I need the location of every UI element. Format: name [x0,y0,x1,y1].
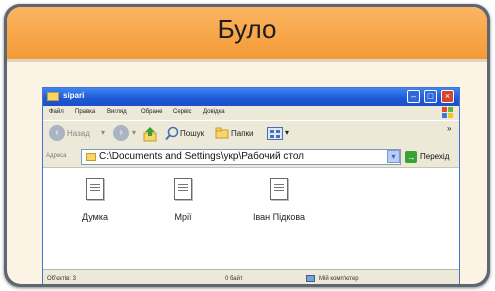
back-dropdown-icon[interactable]: ▾ [101,128,105,137]
document-icon [174,178,192,200]
search-icon[interactable] [165,126,179,141]
window-titlebar[interactable]: sipari – □ × [43,88,459,106]
card-body: Було sipari – □ × Файл Правка Вигляд Обр… [7,7,487,284]
close-button[interactable]: × [441,90,454,103]
folders-label[interactable]: Папки [231,129,254,138]
card-header: Було [7,7,487,62]
address-label: Адреса [46,153,67,159]
go-button[interactable]: Перехід [420,152,449,161]
folder-icon [86,153,96,161]
toolbar: ‹ Назад ▾ › ▾ Пошук Папки ▾ » [43,120,459,148]
status-location: Мій комп'ютер [319,276,359,282]
status-size: 0 байт [225,276,243,282]
folder-icon [47,92,59,101]
file-name: Іван Підкова [252,212,306,222]
windows-logo-icon [442,107,453,118]
forward-dropdown-icon[interactable]: ▾ [132,128,136,137]
address-bar: Адреса C:\Documents and Settings\укр\Раб… [43,147,459,168]
status-bar: Об'єктів: 3 0 байт Мій комп'ютер [43,269,459,284]
slide-card: Було sipari – □ × Файл Правка Вигляд Обр… [4,4,490,287]
file-item[interactable]: Думка [55,178,135,222]
document-icon [270,178,288,200]
menu-edit[interactable]: Правка [75,109,95,115]
address-path: C:\Documents and Settings\укр\Рабочий ст… [99,151,304,162]
window-title: sipari [63,91,85,100]
back-label[interactable]: Назад [67,129,90,138]
search-label[interactable]: Пошук [180,129,204,138]
file-area: Думка Мрії Іван Підкова [43,168,459,269]
address-input[interactable]: C:\Documents and Settings\укр\Рабочий ст… [81,149,401,165]
file-item[interactable]: Мрії [143,178,223,222]
minimize-button[interactable]: – [407,90,420,103]
card-title: Було [217,14,277,44]
forward-arrow-icon[interactable]: › [113,125,129,141]
file-name: Мрії [174,212,192,222]
document-icon [86,178,104,200]
file-name: Думка [81,212,109,222]
menu-bar: Файл Правка Вигляд Обране Сервіс Довідка [43,106,459,120]
menu-tools[interactable]: Сервіс [173,109,192,115]
file-item[interactable]: Іван Підкова [239,178,319,222]
up-folder-icon[interactable] [143,126,157,142]
views-icon[interactable] [267,127,283,140]
address-dropdown-icon[interactable]: ▾ [387,150,400,163]
computer-icon [306,275,315,282]
menu-help[interactable]: Довідка [203,109,225,115]
back-arrow-icon[interactable]: ‹ [49,125,65,141]
views-dropdown-icon[interactable]: ▾ [285,128,289,137]
menu-view[interactable]: Вигляд [107,109,127,115]
menu-favorites[interactable]: Обране [141,109,162,115]
folders-icon[interactable] [215,127,229,139]
status-object-count: Об'єктів: 3 [47,276,76,282]
explorer-window: sipari – □ × Файл Правка Вигляд Обране С… [42,87,460,284]
menu-file[interactable]: Файл [49,109,64,115]
chevron-more-icon[interactable]: » [447,124,451,133]
maximize-button[interactable]: □ [424,90,437,103]
go-arrow-icon[interactable]: → [405,151,417,163]
